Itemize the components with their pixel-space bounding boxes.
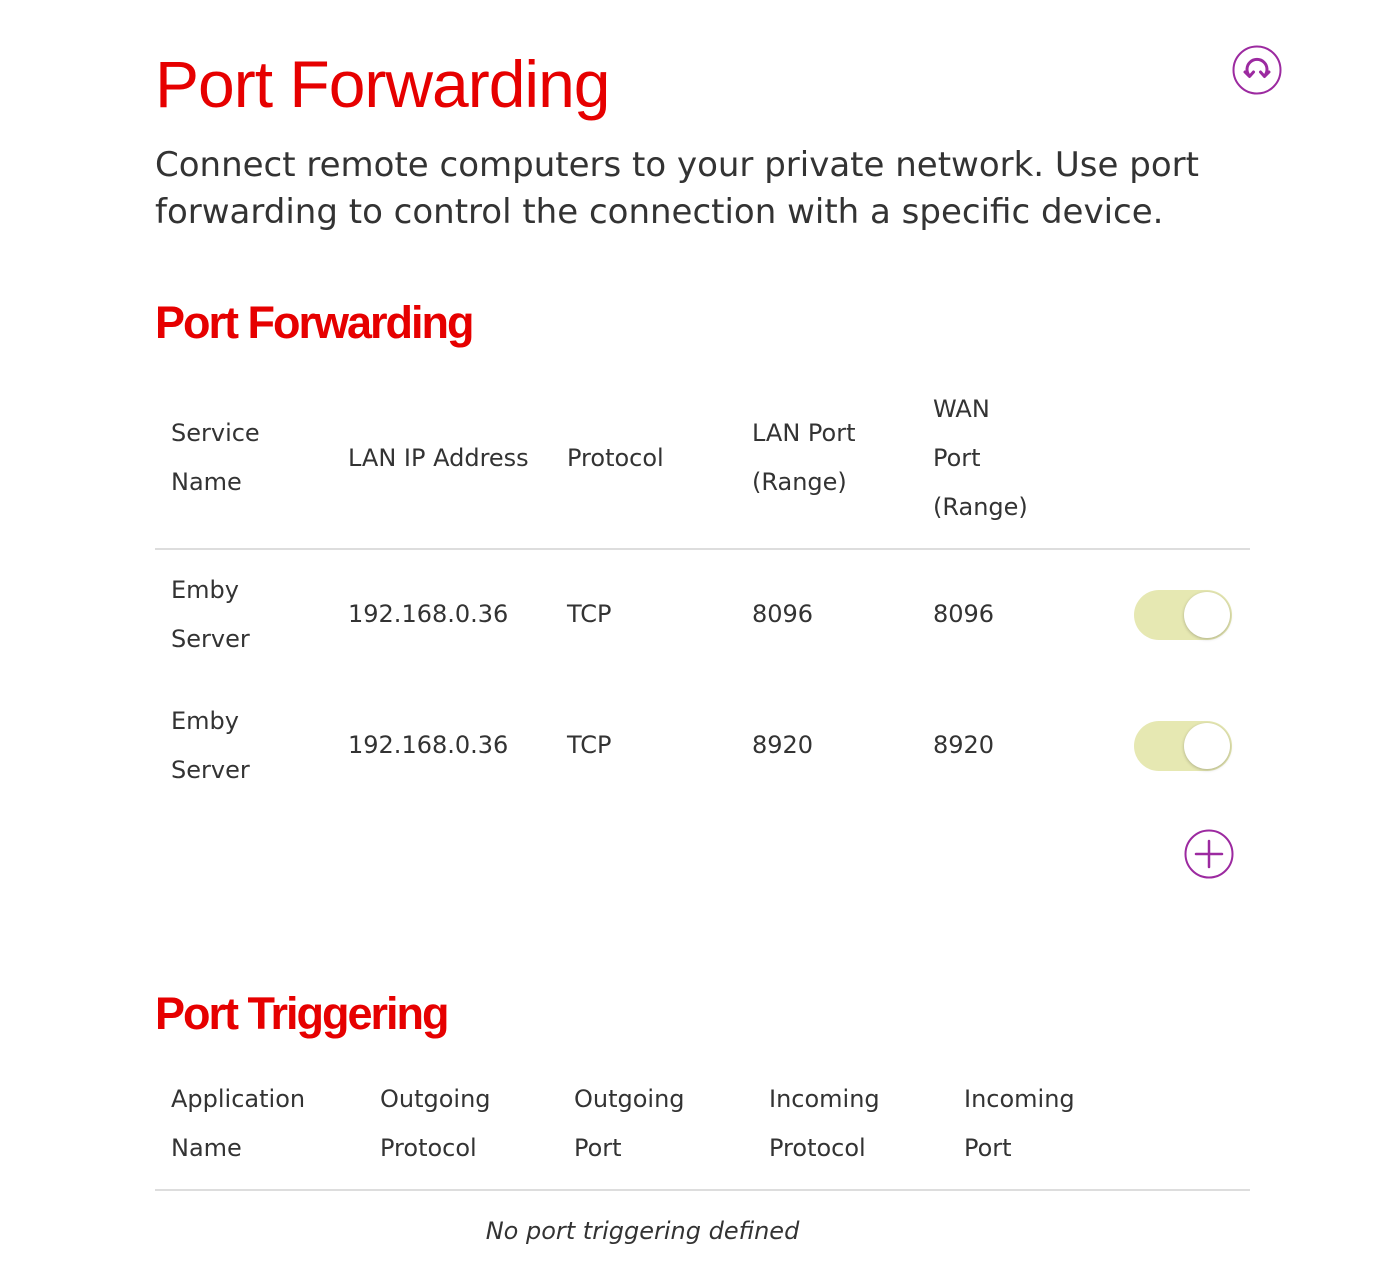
empty-state-message: No port triggering defined bbox=[485, 1217, 800, 1245]
enable-toggle[interactable] bbox=[1134, 721, 1232, 771]
header-incoming-protocol: Incoming Protocol bbox=[769, 1085, 880, 1162]
header-incoming-port: Incoming Port bbox=[964, 1085, 1075, 1162]
port-triggering-section-title: Port Triggering bbox=[155, 988, 450, 1039]
lan-port-cell: 8920 bbox=[752, 731, 814, 759]
wan-port-cell: 8096 bbox=[933, 600, 995, 628]
page-description: Connect remote computers to your private… bbox=[155, 145, 1199, 232]
header-service-name: Service Name bbox=[171, 419, 260, 496]
header-wan-port-range: WAN Port (Range) bbox=[933, 395, 1028, 521]
service-name-cell: Emby Server bbox=[171, 707, 250, 784]
header-protocol: Protocol bbox=[567, 444, 664, 472]
add-rule-button[interactable] bbox=[1184, 829, 1234, 879]
service-name-cell: Emby Server bbox=[171, 576, 250, 653]
header-application-name: Application Name bbox=[171, 1085, 306, 1162]
plus-circle-icon bbox=[1184, 829, 1234, 879]
refresh-button[interactable] bbox=[1232, 45, 1282, 95]
refresh-icon bbox=[1232, 45, 1282, 95]
wan-port-cell: 8920 bbox=[933, 731, 995, 759]
header-outgoing-protocol: Outgoing Protocol bbox=[380, 1085, 491, 1162]
header-outgoing-port: Outgoing Port bbox=[574, 1085, 685, 1162]
page-title: Port Forwarding bbox=[155, 47, 611, 121]
protocol-cell: TCP bbox=[567, 600, 612, 628]
triggering-header-divider bbox=[155, 1189, 1250, 1191]
header-lan-port-range: LAN Port (Range) bbox=[752, 419, 856, 496]
lan-port-cell: 8096 bbox=[752, 600, 814, 628]
toggle-knob bbox=[1184, 723, 1230, 769]
header-lan-ip-address: LAN IP Address bbox=[348, 444, 529, 472]
toggle-knob bbox=[1184, 592, 1230, 638]
port-forwarding-section-title: Port Forwarding bbox=[155, 297, 474, 348]
table-header-divider bbox=[155, 548, 1250, 550]
lan-ip-cell: 192.168.0.36 bbox=[348, 600, 509, 628]
enable-toggle[interactable] bbox=[1134, 590, 1232, 640]
protocol-cell: TCP bbox=[567, 731, 612, 759]
lan-ip-cell: 192.168.0.36 bbox=[348, 731, 509, 759]
